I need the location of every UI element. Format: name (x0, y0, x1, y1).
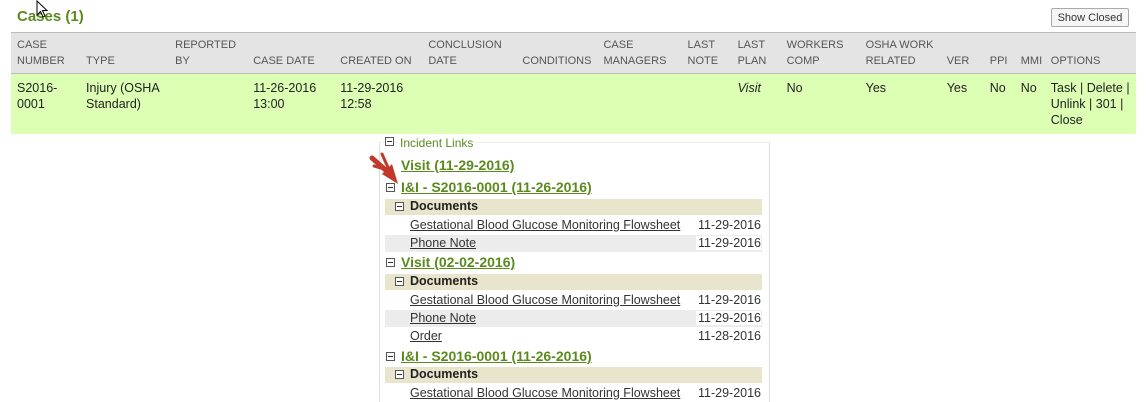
col-osha-work-related[interactable]: OSHA WORK RELATED (859, 32, 941, 74)
cell-type: Injury (OSHA Standard) (80, 73, 170, 134)
options-separator: | (1079, 81, 1084, 95)
options-separator: | (1126, 81, 1130, 95)
cases-table: CASE NUMBER TYPE REPORTED BY CASE DATE C… (11, 32, 1136, 134)
documents-header: Documents (385, 367, 762, 383)
document-link[interactable]: Gestational Blood Glucose Monitoring Flo… (410, 293, 680, 307)
cell-workers-comp: No (780, 73, 860, 134)
section-link-visit[interactable]: Visit (02-02-2016) (401, 254, 515, 270)
document-date: 11-29-2016 (697, 218, 761, 232)
cell-ppi: No (983, 73, 1015, 134)
section-link-visit[interactable]: Visit (11-29-2016) (401, 157, 514, 173)
close-link[interactable]: Close (1051, 113, 1083, 127)
cell-ver: Yes (940, 73, 984, 134)
col-case-managers[interactable]: CASE MANAGERS (597, 32, 682, 74)
col-ver[interactable]: VER (940, 32, 984, 74)
document-link[interactable]: Phone Note (410, 236, 476, 250)
options-separator: | (1120, 97, 1124, 111)
list-item[interactable]: Gestational Blood Glucose Monitoring Flo… (385, 385, 762, 402)
collapse-documents-icon[interactable] (395, 370, 404, 379)
col-last-plan[interactable]: LAST PLAN (731, 32, 781, 74)
table-header-row: CASE NUMBER TYPE REPORTED BY CASE DATE C… (11, 32, 1136, 74)
unlink-link[interactable]: Unlink (1051, 97, 1086, 111)
document-date: 11-28-2016 (697, 329, 761, 343)
col-ppi[interactable]: PPI (983, 32, 1015, 74)
collapse-section-icon[interactable] (386, 352, 395, 361)
collapse-documents-icon[interactable] (395, 202, 404, 211)
col-type[interactable]: TYPE (80, 32, 170, 74)
cell-conditions (516, 73, 598, 134)
section-link-ii[interactable]: I&I - S2016-0001 (11-26-2016) (401, 348, 592, 364)
document-link[interactable]: Phone Note (410, 311, 476, 325)
col-conclusion-date[interactable]: CONCLUSION DATE (422, 32, 517, 74)
col-conditions[interactable]: CONDITIONS (516, 32, 598, 74)
document-link[interactable]: Gestational Blood Glucose Monitoring Flo… (410, 218, 680, 232)
col-reported-by[interactable]: REPORTED BY (169, 32, 248, 74)
task-link[interactable]: Task (1051, 81, 1077, 95)
document-date: 11-29-2016 (695, 311, 761, 325)
cell-options: Task | Delete | Unlink | 301 | Close (1044, 73, 1136, 134)
cell-reported-by (169, 73, 248, 134)
mouse-pointer-icon (36, 0, 49, 18)
col-created-on[interactable]: CREATED ON (334, 32, 423, 74)
col-last-note[interactable]: LAST NOTE (681, 32, 732, 74)
show-closed-button[interactable]: Show Closed (1051, 8, 1129, 27)
documents-label: Documents (410, 367, 479, 381)
collapse-documents-icon[interactable] (395, 277, 404, 286)
col-workers-comp[interactable]: WORKERS COMP (780, 32, 860, 74)
cell-case-managers (597, 73, 682, 134)
cases-title: Cases (1) (17, 8, 84, 25)
list-item[interactable]: Phone Note 11-29-2016 (385, 310, 762, 327)
cell-osha-work-related: Yes (859, 73, 941, 134)
documents-label: Documents (410, 199, 479, 213)
document-date: 11-29-2016 (695, 236, 761, 250)
col-case-number[interactable]: CASE NUMBER (11, 32, 81, 74)
col-options: OPTIONS (1044, 32, 1136, 74)
cell-conclusion-date (422, 73, 517, 134)
cell-last-plan: Visit (731, 73, 781, 134)
incident-links-title: Incident Links (398, 136, 476, 150)
table-row[interactable]: S2016-0001 Injury (OSHA Standard) 11-26-… (11, 73, 1136, 134)
col-case-date[interactable]: CASE DATE (247, 32, 335, 74)
document-link[interactable]: Order (410, 329, 442, 343)
cell-mmi: No (1014, 73, 1045, 134)
collapse-section-icon[interactable] (386, 258, 395, 267)
collapse-incident-links-icon[interactable] (385, 137, 394, 146)
delete-link[interactable]: Delete (1087, 81, 1123, 95)
list-item[interactable]: Phone Note 11-29-2016 (385, 235, 762, 252)
document-date: 11-29-2016 (697, 386, 761, 400)
case-301-link[interactable]: 301 (1096, 97, 1117, 111)
list-item[interactable]: Order 11-28-2016 (385, 328, 762, 345)
section-link-ii[interactable]: I&I - S2016-0001 (11-26-2016) (401, 179, 592, 195)
col-mmi[interactable]: MMI (1014, 32, 1045, 74)
documents-header: Documents (385, 274, 762, 290)
list-item[interactable]: Gestational Blood Glucose Monitoring Flo… (385, 292, 762, 309)
red-arrow-icon (369, 152, 398, 184)
cell-case-date: 11-26-2016 13:00 (247, 73, 335, 134)
cell-last-note (681, 73, 732, 134)
list-item[interactable]: Gestational Blood Glucose Monitoring Flo… (385, 217, 762, 234)
cell-created-on: 11-29-2016 12:58 (334, 73, 423, 134)
document-date: 11-29-2016 (697, 293, 761, 307)
document-link[interactable]: Gestational Blood Glucose Monitoring Flo… (410, 386, 680, 400)
documents-header: Documents (385, 199, 762, 215)
cell-case-number: S2016-0001 (11, 73, 81, 134)
documents-label: Documents (410, 274, 479, 288)
options-separator: | (1089, 97, 1093, 111)
